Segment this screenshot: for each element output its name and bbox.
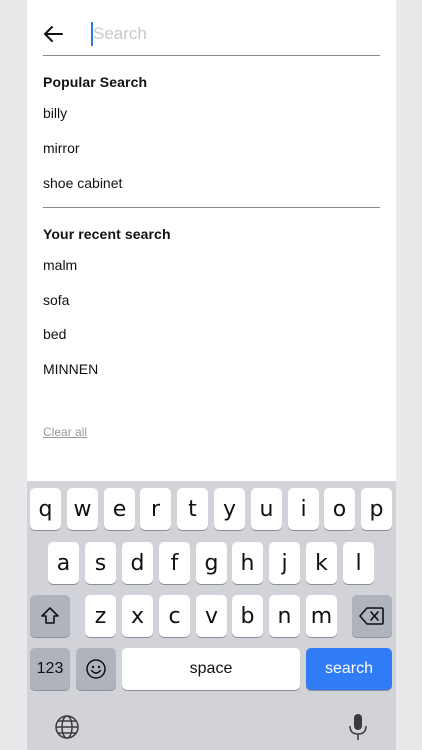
popular-item[interactable]: mirror [43,140,80,156]
shift-icon [41,607,59,624]
key-y[interactable]: y [214,488,245,530]
key-x[interactable]: x [122,595,153,637]
key-b[interactable]: b [232,595,263,637]
key-a[interactable]: a [48,542,79,584]
key-j[interactable]: j [269,542,300,584]
key-r[interactable]: r [140,488,171,530]
arrow-left-icon [44,26,63,42]
key-o[interactable]: o [324,488,355,530]
shift-key[interactable] [30,595,70,637]
key-s[interactable]: s [85,542,116,584]
key-g[interactable]: g [196,542,227,584]
back-button[interactable] [41,22,65,46]
key-q[interactable]: q [30,488,61,530]
recent-item[interactable]: MINNEN [43,361,98,377]
key-c[interactable]: c [159,595,190,637]
key-l[interactable]: l [343,542,374,584]
search-key[interactable]: search [306,648,392,690]
key-k[interactable]: k [306,542,337,584]
key-w[interactable]: w [67,488,98,530]
delete-key[interactable] [352,595,392,637]
key-p[interactable]: p [361,488,392,530]
search-input[interactable] [91,20,379,48]
on-screen-keyboard: q w e r t y u i o p a s d f g h j k l z … [27,481,396,750]
language-button[interactable] [54,714,80,745]
backspace-icon [359,607,384,625]
popular-item[interactable]: shoe cabinet [43,175,122,191]
search-bar [27,0,396,56]
globe-icon [55,715,79,739]
key-n[interactable]: n [269,595,300,637]
key-e[interactable]: e [104,488,135,530]
space-key[interactable]: space [122,648,300,690]
recent-item[interactable]: malm [43,257,77,273]
key-z[interactable]: z [85,595,116,637]
key-u[interactable]: u [251,488,282,530]
emoji-icon [86,659,106,679]
divider [43,55,380,56]
key-v[interactable]: v [196,595,227,637]
divider [43,207,380,208]
numbers-key[interactable]: 123 [30,648,70,690]
key-d[interactable]: d [122,542,153,584]
key-t[interactable]: t [177,488,208,530]
emoji-key[interactable] [76,648,116,690]
popular-item[interactable]: billy [43,105,67,121]
recent-item[interactable]: bed [43,326,66,342]
popular-search-title: Popular Search [43,74,148,90]
key-f[interactable]: f [159,542,190,584]
key-h[interactable]: h [232,542,263,584]
microphone-icon [349,714,367,740]
clear-all-link[interactable]: Clear all [43,425,87,439]
recent-item[interactable]: sofa [43,292,69,308]
key-m[interactable]: m [306,595,337,637]
key-i[interactable]: i [288,488,319,530]
recent-search-title: Your recent search [43,226,171,242]
dictation-button[interactable] [348,712,368,747]
